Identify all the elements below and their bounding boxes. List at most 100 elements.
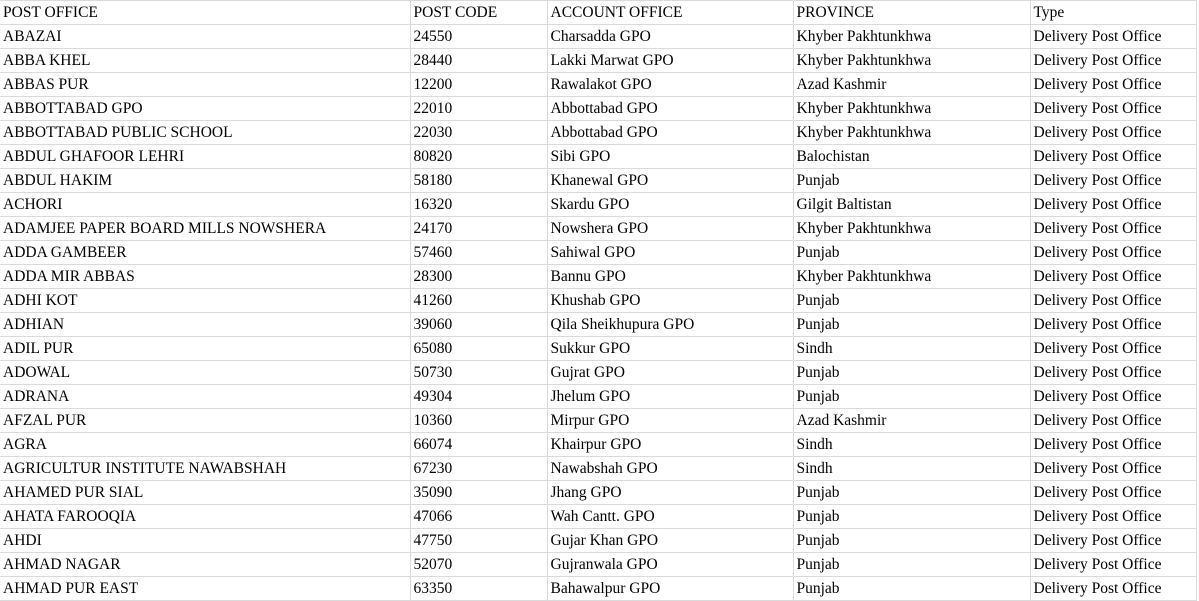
cell-account-office[interactable]: Nowshera GPO (546, 216, 794, 241)
cell-province[interactable]: Punjab (792, 240, 1031, 265)
cell-account-office[interactable]: Sibi GPO (546, 144, 794, 169)
cell-type[interactable]: Delivery Post Office (1029, 528, 1197, 553)
cell-post-code[interactable]: 28440 (409, 48, 548, 73)
column-header-province[interactable]: PROVINCE (792, 0, 1031, 25)
cell-post-code[interactable]: 41260 (409, 288, 548, 313)
cell-type[interactable]: Delivery Post Office (1029, 144, 1197, 169)
cell-post-office[interactable]: AHAMED PUR SIAL (0, 480, 411, 505)
cell-account-office[interactable]: Gujrat GPO (546, 360, 794, 385)
cell-province[interactable]: Azad Kashmir (792, 408, 1031, 433)
cell-type[interactable]: Delivery Post Office (1029, 384, 1197, 409)
cell-account-office[interactable]: Gujranwala GPO (546, 552, 794, 577)
cell-type[interactable]: Delivery Post Office (1029, 216, 1197, 241)
cell-post-code[interactable]: 47066 (409, 504, 548, 529)
cell-province[interactable]: Sindh (792, 456, 1031, 481)
cell-account-office[interactable]: Bahawalpur GPO (546, 576, 794, 601)
column-header-post-code[interactable]: POST CODE (409, 0, 548, 25)
cell-province[interactable]: Khyber Pakhtunkhwa (792, 216, 1031, 241)
cell-post-code[interactable]: 39060 (409, 312, 548, 337)
cell-account-office[interactable]: Khushab GPO (546, 288, 794, 313)
cell-province[interactable]: Punjab (792, 576, 1031, 601)
cell-post-office[interactable]: ADIL PUR (0, 336, 411, 361)
cell-post-code[interactable]: 12200 (409, 72, 548, 97)
cell-post-office[interactable]: AHMAD PUR EAST (0, 576, 411, 601)
cell-post-code[interactable]: 52070 (409, 552, 548, 577)
cell-type[interactable]: Delivery Post Office (1029, 120, 1197, 145)
cell-type[interactable]: Delivery Post Office (1029, 336, 1197, 361)
cell-province[interactable]: Punjab (792, 168, 1031, 193)
cell-account-office[interactable]: Sahiwal GPO (546, 240, 794, 265)
cell-post-office[interactable]: ADDA GAMBEER (0, 240, 411, 265)
cell-type[interactable]: Delivery Post Office (1029, 408, 1197, 433)
cell-type[interactable]: Delivery Post Office (1029, 456, 1197, 481)
cell-post-office[interactable]: ADOWAL (0, 360, 411, 385)
cell-account-office[interactable]: Khanewal GPO (546, 168, 794, 193)
cell-post-code[interactable]: 80820 (409, 144, 548, 169)
cell-post-code[interactable]: 28300 (409, 264, 548, 289)
cell-province[interactable]: Khyber Pakhtunkhwa (792, 264, 1031, 289)
cell-post-code[interactable]: 49304 (409, 384, 548, 409)
cell-province[interactable]: Punjab (792, 480, 1031, 505)
cell-type[interactable]: Delivery Post Office (1029, 480, 1197, 505)
cell-account-office[interactable]: Khairpur GPO (546, 432, 794, 457)
cell-post-code[interactable]: 66074 (409, 432, 548, 457)
cell-account-office[interactable]: Abbottabad GPO (546, 96, 794, 121)
cell-post-code[interactable]: 57460 (409, 240, 548, 265)
cell-post-office[interactable]: ABDUL GHAFOOR LEHRI (0, 144, 411, 169)
cell-account-office[interactable]: Mirpur GPO (546, 408, 794, 433)
cell-province[interactable]: Sindh (792, 336, 1031, 361)
cell-type[interactable]: Delivery Post Office (1029, 168, 1197, 193)
cell-province[interactable]: Gilgit Baltistan (792, 192, 1031, 217)
cell-post-office[interactable]: ABBOTTABAD GPO (0, 96, 411, 121)
cell-post-office[interactable]: ADHIAN (0, 312, 411, 337)
cell-post-code[interactable]: 67230 (409, 456, 548, 481)
cell-province[interactable]: Punjab (792, 384, 1031, 409)
cell-type[interactable]: Delivery Post Office (1029, 24, 1197, 49)
cell-type[interactable]: Delivery Post Office (1029, 96, 1197, 121)
cell-account-office[interactable]: Gujar Khan GPO (546, 528, 794, 553)
cell-post-office[interactable]: ABDUL HAKIM (0, 168, 411, 193)
cell-type[interactable]: Delivery Post Office (1029, 240, 1197, 265)
cell-account-office[interactable]: Lakki Marwat GPO (546, 48, 794, 73)
cell-type[interactable]: Delivery Post Office (1029, 432, 1197, 457)
cell-province[interactable]: Khyber Pakhtunkhwa (792, 48, 1031, 73)
column-header-post-office[interactable]: POST OFFICE (0, 0, 411, 25)
cell-post-office[interactable]: ABBAS PUR (0, 72, 411, 97)
cell-post-office[interactable]: ABBOTTABAD PUBLIC SCHOOL (0, 120, 411, 145)
cell-post-office[interactable]: AGRICULTUR INSTITUTE NAWABSHAH (0, 456, 411, 481)
cell-account-office[interactable]: Jhang GPO (546, 480, 794, 505)
cell-post-office[interactable]: AHDI (0, 528, 411, 553)
cell-post-office[interactable]: ABAZAI (0, 24, 411, 49)
cell-post-office[interactable]: ADRANA (0, 384, 411, 409)
cell-province[interactable]: Khyber Pakhtunkhwa (792, 120, 1031, 145)
cell-post-office[interactable]: AHATA FAROOQIA (0, 504, 411, 529)
cell-type[interactable]: Delivery Post Office (1029, 552, 1197, 577)
cell-type[interactable]: Delivery Post Office (1029, 504, 1197, 529)
cell-province[interactable]: Azad Kashmir (792, 72, 1031, 97)
cell-post-code[interactable]: 24170 (409, 216, 548, 241)
cell-post-office[interactable]: ADAMJEE PAPER BOARD MILLS NOWSHERA (0, 216, 411, 241)
cell-post-office[interactable]: AGRA (0, 432, 411, 457)
cell-account-office[interactable]: Qila Sheikhupura GPO (546, 312, 794, 337)
cell-province[interactable]: Punjab (792, 552, 1031, 577)
cell-post-office[interactable]: ACHORI (0, 192, 411, 217)
cell-post-office[interactable]: ABBA KHEL (0, 48, 411, 73)
cell-account-office[interactable]: Jhelum GPO (546, 384, 794, 409)
cell-post-office[interactable]: ADHI KOT (0, 288, 411, 313)
cell-post-code[interactable]: 58180 (409, 168, 548, 193)
column-header-account-office[interactable]: ACCOUNT OFFICE (546, 0, 794, 25)
cell-post-code[interactable]: 22030 (409, 120, 548, 145)
cell-type[interactable]: Delivery Post Office (1029, 72, 1197, 97)
cell-account-office[interactable]: Sukkur GPO (546, 336, 794, 361)
cell-province[interactable]: Khyber Pakhtunkhwa (792, 24, 1031, 49)
cell-post-code[interactable]: 35090 (409, 480, 548, 505)
cell-account-office[interactable]: Bannu GPO (546, 264, 794, 289)
cell-type[interactable]: Delivery Post Office (1029, 264, 1197, 289)
cell-account-office[interactable]: Wah Cantt. GPO (546, 504, 794, 529)
cell-account-office[interactable]: Charsadda GPO (546, 24, 794, 49)
cell-province[interactable]: Punjab (792, 312, 1031, 337)
cell-post-office[interactable]: AFZAL PUR (0, 408, 411, 433)
cell-account-office[interactable]: Rawalakot GPO (546, 72, 794, 97)
cell-post-code[interactable]: 24550 (409, 24, 548, 49)
cell-type[interactable]: Delivery Post Office (1029, 360, 1197, 385)
